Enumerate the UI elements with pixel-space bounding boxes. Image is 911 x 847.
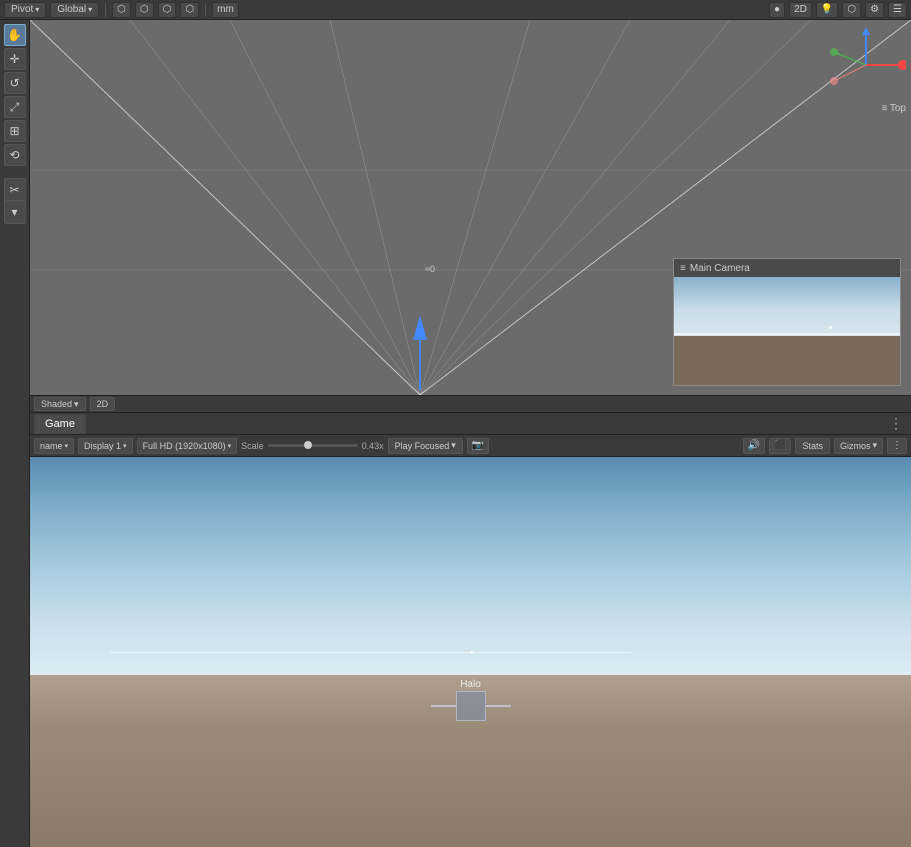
global-label: Global <box>57 4 86 15</box>
scale-prefix: Scale <box>241 441 264 451</box>
svg-text:X: X <box>904 60 906 70</box>
main-camera-title: Main Camera <box>690 263 750 274</box>
svg-text:Y: Y <box>863 25 869 27</box>
scale-container: Scale 0.43x <box>241 441 384 451</box>
shader-mode-label: Shaded <box>41 399 72 409</box>
more-icon: ⋮ <box>892 440 902 451</box>
toolbar-icon-4[interactable]: ⬡ <box>180 2 199 18</box>
toolbar-icon-2[interactable]: ⬡ <box>135 2 154 18</box>
camera-sky <box>674 277 900 342</box>
play-focused-label: Play Focused <box>395 441 450 451</box>
game-tab-bar: Game ⋮ <box>30 413 911 435</box>
camera-ground <box>674 336 900 385</box>
halo-object <box>426 691 516 721</box>
halo-line-right <box>486 705 511 707</box>
shader-mode-arrow: ▾ <box>74 399 79 410</box>
camera-icon-button[interactable]: 📷 <box>467 438 489 454</box>
toolbar-2d-btn[interactable]: 2D <box>789 2 812 18</box>
gizmos-label: Gizmos <box>840 441 871 451</box>
scene-2d-button[interactable]: 2D <box>90 397 116 411</box>
toolbar-right: ● 2D 💡 ⬡ ⚙ ☰ <box>769 2 907 18</box>
toolbar-icon-1[interactable]: ⬡ <box>112 2 131 18</box>
toolbar-icon-5[interactable]: mm <box>212 2 239 18</box>
game-tab[interactable]: Game <box>34 414 86 434</box>
main-camera-view <box>674 277 900 385</box>
gizmos-arrow: ▾ <box>872 440 877 451</box>
game-name-label: name <box>40 441 63 451</box>
tool-rotate-button[interactable]: ↺ <box>4 72 26 94</box>
game-name-button[interactable]: name ▾ <box>34 438 74 454</box>
main-camera-header: ≡ Main Camera <box>674 259 900 277</box>
display-label: Display 1 <box>84 441 121 451</box>
toolbar-separator-2 <box>205 3 206 17</box>
toolbar-icon-3[interactable]: ⬡ <box>158 2 177 18</box>
pivot-arrow: ▾ <box>35 5 39 14</box>
display-arrow: ▾ <box>123 442 127 450</box>
main-camera-preview: ≡ Main Camera <box>673 258 901 386</box>
more-icon: ⋮ <box>889 415 903 431</box>
toolbar-layers-btn[interactable]: ☰ <box>888 2 907 18</box>
halo-box <box>456 691 486 721</box>
camera-dot <box>829 326 832 329</box>
mute-button[interactable]: 🔊 <box>743 438 765 454</box>
global-arrow: ▾ <box>88 5 92 14</box>
top-toolbar: Pivot ▾ Global ▾ ⬡ ⬡ ⬡ ⬡ mm ● 2D 💡 ⬡ ⚙ ☰ <box>0 0 911 20</box>
resolution-button[interactable]: Full HD (1920x1080) ▾ <box>137 438 238 454</box>
more-button[interactable]: ⋮ <box>887 438 907 454</box>
tool-hand-button[interactable]: ✋ <box>4 24 26 46</box>
toolbar-light-btn[interactable]: 💡 <box>816 2 838 18</box>
tool-scale-button[interactable]: ⤢ <box>4 96 26 118</box>
play-focused-arrow: ▾ <box>451 440 456 451</box>
game-tab-more[interactable]: ⋮ <box>885 415 907 432</box>
game-sky <box>30 457 911 683</box>
camera-white-line <box>674 333 900 335</box>
play-focused-button[interactable]: Play Focused ▾ <box>388 438 463 454</box>
toolbar-separator-1 <box>105 3 106 17</box>
scale-slider[interactable] <box>268 444 358 447</box>
display-button[interactable]: Display 1 ▾ <box>78 438 133 454</box>
game-name-arrow: ▾ <box>65 442 69 450</box>
toolbar-gear-btn[interactable]: ⚙ <box>865 2 884 18</box>
stats-label: Stats <box>802 441 823 451</box>
tool-move-button[interactable]: ✛ <box>4 48 26 70</box>
tool-custom2-button[interactable]: ▾ <box>5 201 25 223</box>
game-tab-label: Game <box>45 418 75 430</box>
aspect-button[interactable]: ⬛ <box>769 438 791 454</box>
halo-label: Halo <box>441 679 501 690</box>
toolbar-hex-btn[interactable]: ⬡ <box>842 2 861 18</box>
pivot-label: Pivot <box>11 4 33 15</box>
game-white-line <box>110 652 631 653</box>
game-controls-bar: name ▾ Display 1 ▾ Full HD (1920x1080) ▾… <box>30 435 911 457</box>
stats-button[interactable]: Stats <box>795 438 830 454</box>
svg-text:≈0: ≈0 <box>425 264 435 274</box>
camera-icon: 📷 <box>472 440 484 451</box>
scene-bottom-toolbar: Shaded ▾ 2D <box>30 395 911 413</box>
gizmos-button[interactable]: Gizmos ▾ <box>834 438 883 454</box>
tool-group: ✂ ▾ <box>4 178 26 224</box>
scene-gizmo-area: Y X ≡ Top <box>826 25 906 115</box>
left-toolbar: ✋ ✛ ↺ ⤢ ⊞ ⟲ ✂ ▾ <box>0 20 30 847</box>
tool-rect-button[interactable]: ⊞ <box>4 120 26 142</box>
camera-header-icon: ≡ <box>680 263 686 274</box>
scale-slider-thumb <box>304 441 312 449</box>
resolution-label: Full HD (1920x1080) <box>143 441 226 451</box>
game-viewport: Halo <box>30 457 911 847</box>
tool-custom-button[interactable]: ✂ <box>5 179 25 201</box>
resolution-arrow: ▾ <box>228 442 232 450</box>
scale-value: 0.43x <box>362 441 384 451</box>
game-center-dot <box>470 651 473 654</box>
shader-mode-button[interactable]: Shaded ▾ <box>34 397 86 411</box>
pivot-button[interactable]: Pivot ▾ <box>4 2 46 18</box>
global-button[interactable]: Global ▾ <box>50 2 99 18</box>
mute-icon: 🔊 <box>748 440 760 451</box>
gizmo-svg: Y X <box>826 25 906 105</box>
tool-transform-button[interactable]: ⟲ <box>4 144 26 166</box>
halo-line-left <box>431 705 456 707</box>
aspect-icon: ⬛ <box>774 440 786 451</box>
toolbar-play-btn[interactable]: ● <box>769 2 785 18</box>
scene-viewport: ≈0 Y X ≡ Top ≡ Main Camera <box>30 20 911 395</box>
